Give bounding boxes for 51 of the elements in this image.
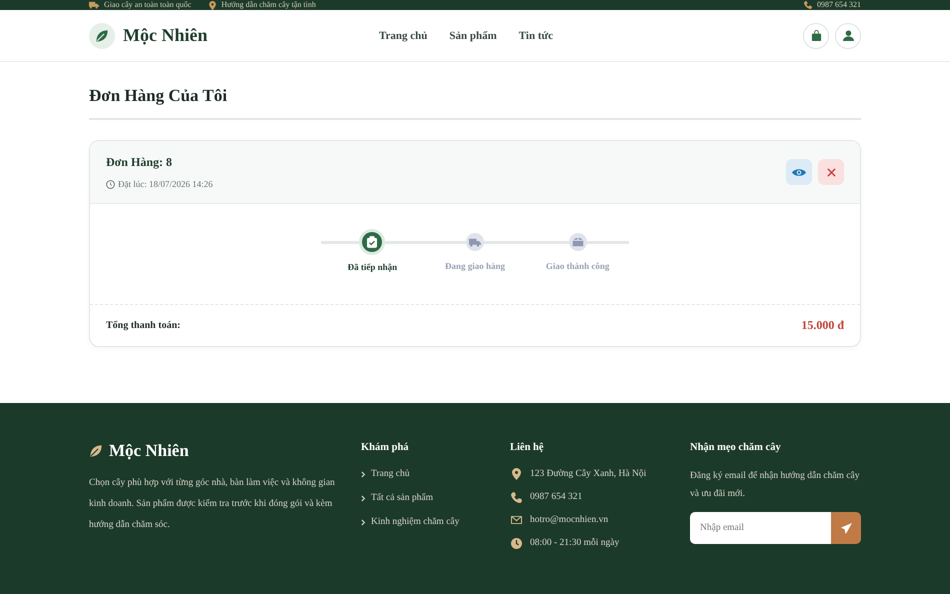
cancel-button[interactable] (818, 159, 844, 185)
send-icon (840, 522, 852, 534)
footer-link[interactable]: Trang chủ (371, 467, 410, 481)
brand-name[interactable]: Mộc Nhiên (123, 25, 208, 46)
contact-text: 0987 654 321 (530, 491, 582, 504)
topbar-phone: 0987 654 321 (817, 1, 861, 9)
clock-icon (106, 180, 115, 188)
contact-text: 08:00 - 21:30 mỗi ngày (530, 537, 620, 550)
chevron-icon (361, 470, 366, 478)
step-label: Đã tiếp nhận (348, 262, 398, 272)
send-button[interactable] (831, 512, 861, 544)
contact-text: hotro@mocnhien.vn (530, 514, 608, 527)
chevron-icon (361, 518, 366, 526)
nav-link[interactable]: Trang chủ (379, 30, 428, 42)
topbar-text: Hướng dẫn chăm cây tận tình (221, 1, 316, 9)
email-field[interactable]: Nhập email (690, 512, 831, 544)
step-label: Đang giao hàng (444, 261, 506, 271)
bag-button[interactable] (803, 22, 829, 48)
envelope-icon (510, 516, 522, 524)
nav-link[interactable]: Tin tức (518, 30, 553, 42)
page-title: Đơn Hàng Của Tôi (89, 86, 861, 120)
clock-icon (510, 538, 522, 548)
column-heading: Liên hệ (510, 441, 545, 453)
order-number: Đơn Hàng: 8 (106, 155, 173, 170)
bag-icon (810, 30, 822, 41)
column-heading: Khám phá (361, 441, 410, 453)
contact-text: 123 Đường Cây Xanh, Hà Nội (530, 468, 646, 481)
user-button[interactable] (835, 22, 861, 48)
phone-icon (510, 492, 522, 502)
leaf-logo-icon (89, 444, 103, 458)
step-label: Giao thành công (546, 261, 610, 271)
view-button[interactable] (786, 159, 812, 185)
nav-link[interactable]: Sản phẩm (449, 30, 497, 42)
topbar-text: Giao cây an toàn toàn quốc (104, 1, 192, 9)
truck-icon (89, 1, 99, 9)
total-amount: 15.000 đ (801, 318, 844, 333)
chevron-icon (361, 494, 366, 502)
close-icon (826, 168, 836, 176)
eye-icon (792, 168, 806, 176)
total-label: Tổng thanh toán: (106, 320, 180, 331)
footer-link[interactable]: Kinh nghiệm chăm cây (371, 515, 460, 529)
footer-brand: Mộc Nhiên (109, 441, 189, 461)
phone-icon (804, 1, 812, 9)
location-pin-icon (510, 468, 522, 480)
newsletter-text: Đăng ký email để nhận hướng dẫn chăm cây và ưu đãi mới. (690, 470, 861, 501)
column-heading: Nhận mẹo chăm cây (690, 441, 782, 453)
user-icon (842, 30, 854, 41)
footer-link[interactable]: Tất cả sản phẩm (371, 491, 433, 505)
leaf-logo-icon (89, 22, 115, 48)
about-text: Chọn cây phù hợp với từng góc nhà, bàn làm việc và không gian kinh doanh. Sản phẩm được kiểm tra trước khi đóng gói và kèm hướng dẫn chăm sóc. (89, 477, 336, 532)
order-date: Đặt lúc: 18/07/2026 14:26 (118, 179, 213, 189)
